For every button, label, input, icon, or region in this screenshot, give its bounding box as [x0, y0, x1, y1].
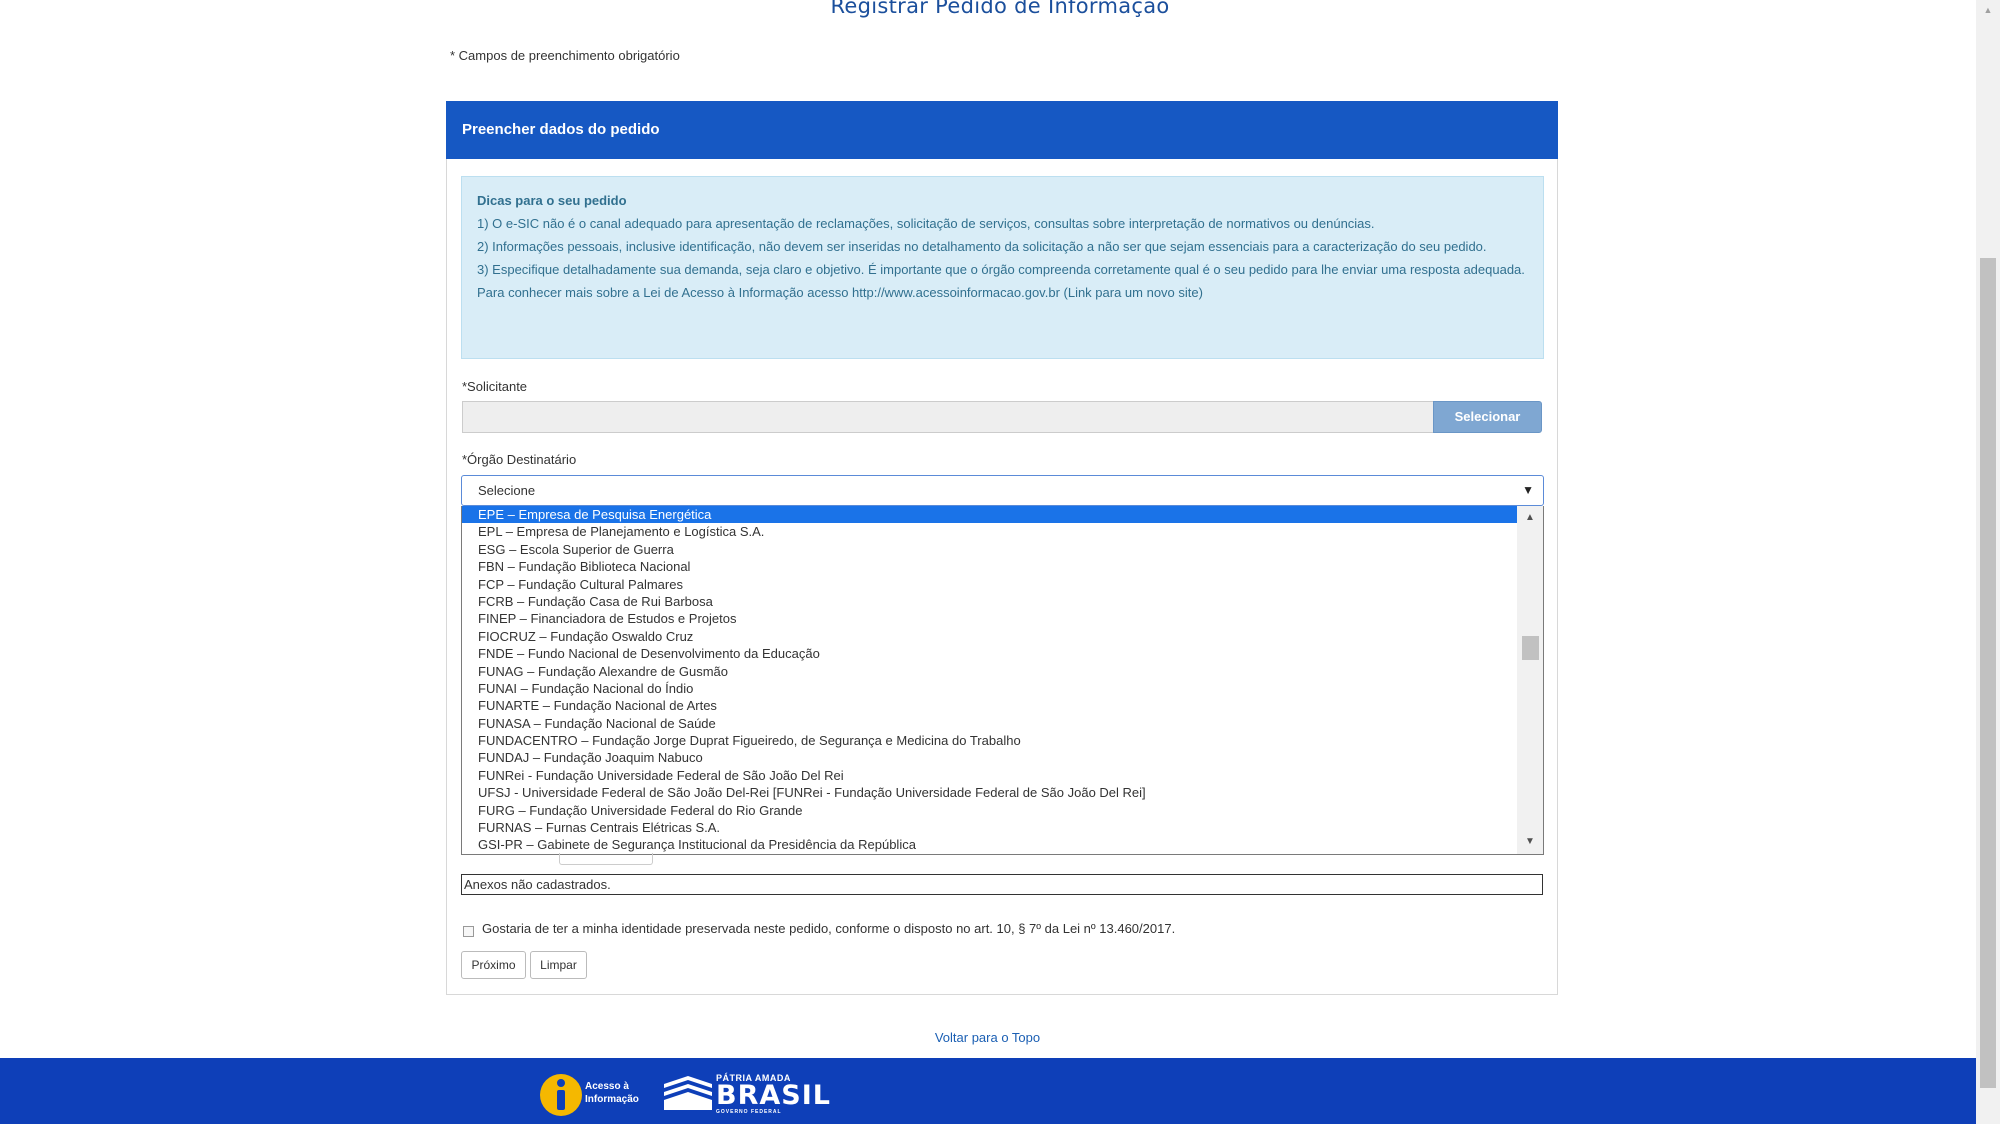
dropdown-option[interactable]: FIOCRUZ – Fundação Oswaldo Cruz [462, 628, 1517, 645]
dropdown-option[interactable]: FUNARTE – Fundação Nacional de Artes [462, 697, 1517, 714]
dropdown-arrow-icon[interactable]: ▼ [1522, 476, 1534, 505]
orgao-label: *Órgão Destinatário [462, 452, 577, 467]
tip-link-text[interactable]: Para conhecer mais sobre a Lei de Acesso… [477, 283, 1528, 302]
dropdown-option[interactable]: FNDE – Fundo Nacional de Desenvolvimento… [462, 645, 1517, 662]
tips-box: Dicas para o seu pedido 1) O e-SIC não é… [461, 176, 1544, 359]
dropdown-option[interactable]: FCRB – Fundação Casa de Rui Barbosa [462, 593, 1517, 610]
orgao-select[interactable]: Selecione ▼ [461, 475, 1544, 506]
tips-title: Dicas para o seu pedido [477, 193, 627, 208]
clear-button[interactable]: Limpar [530, 951, 587, 979]
anexos-box: Anexos não cadastrados. [461, 874, 1543, 895]
dropdown-option[interactable]: EPL – Empresa de Planejamento e Logístic… [462, 523, 1517, 540]
acesso-line1: Acesso à [585, 1081, 629, 1092]
dropdown-option[interactable]: FUNAG – Fundação Alexandre de Gusmão [462, 663, 1517, 680]
panel-header: Preencher dados do pedido [446, 101, 1558, 159]
next-button[interactable]: Próximo [461, 951, 526, 979]
dropdown-option[interactable]: GSI-PR – Gabinete de Segurança Instituci… [462, 836, 1517, 853]
solicitante-label: *Solicitante [462, 379, 528, 394]
orgao-dropdown-list[interactable]: EPE – Empresa de Pesquisa Energética EPL … [461, 506, 1544, 855]
dropdown-option[interactable]: ESG – Escola Superior de Guerra [462, 541, 1517, 558]
acesso-line2: Informação [585, 1094, 639, 1105]
dropdown-option[interactable]: FINEP – Financiadora de Estudos e Projet… [462, 610, 1517, 627]
identity-checkbox[interactable] [463, 926, 474, 937]
back-to-top-link[interactable]: Voltar para o Topo [0, 1030, 1975, 1045]
tip-item: 3) Especifique detalhadamente sua demand… [477, 262, 1525, 277]
dropdown-option[interactable]: FBN – Fundação Biblioteca Nacional [462, 558, 1517, 575]
dropdown-option[interactable]: FCP – Fundação Cultural Palmares [462, 576, 1517, 593]
solicitante-input[interactable] [462, 401, 1434, 433]
required-fields-note: * Campos de preenchimento obrigatório [450, 48, 680, 63]
patria-amada-brasil-text: PÁTRIA AMADA BRASIL GOVERNO FEDERAL [716, 1073, 831, 1115]
obscured-button [559, 853, 653, 865]
orgao-selected-value: Selecione [478, 483, 536, 498]
page-scrollbar-thumb[interactable] [1980, 258, 1996, 1088]
scroll-up-icon[interactable]: ▲ [1517, 508, 1543, 528]
scrollbar-thumb[interactable] [1522, 636, 1539, 660]
dropdown-option[interactable]: FUNASA – Fundação Nacional de Saúde [462, 715, 1517, 732]
page-title: Registrar Pedido de Informação [830, 0, 1170, 18]
tip-item: 2) Informações pessoais, inclusive ident… [477, 239, 1487, 254]
tip-item: 1) O e-SIC não é o canal adequado para a… [477, 216, 1375, 231]
option-list: EPE – Empresa de Pesquisa Energética EPL … [462, 506, 1517, 854]
dropdown-option[interactable]: FUNDACENTRO – Fundação Jorge Duprat Figu… [462, 732, 1517, 749]
scroll-down-icon[interactable]: ▼ [1517, 832, 1543, 852]
select-solicitante-button[interactable]: Selecionar [1433, 401, 1542, 433]
acesso-informacao-text: Acesso à Informação [585, 1080, 639, 1106]
brasil-big-text: BRASIL [716, 1080, 831, 1111]
dropdown-option[interactable]: FURG – Fundação Universidade Federal do … [462, 802, 1517, 819]
acesso-informacao-logo-icon[interactable] [538, 1072, 584, 1118]
dropdown-option[interactable]: FUNDAJ – Fundação Joaquim Nabuco [462, 749, 1517, 766]
identity-checkbox-label: Gostaria de ter a minha identidade prese… [482, 921, 1176, 936]
brasil-flag-icon[interactable] [662, 1074, 714, 1112]
dropdown-option[interactable]: FUNRei - Fundação Universidade Federal d… [462, 767, 1517, 784]
dropdown-option[interactable]: UFSJ - Universidade Federal de São João … [462, 784, 1517, 801]
dropdown-scrollbar[interactable]: ▲ ▼ [1517, 506, 1543, 854]
dropdown-option[interactable]: FURNAS – Furnas Centrais Elétricas S.A. [462, 819, 1517, 836]
page-scroll-up-icon[interactable]: ▲ [1976, 0, 2000, 20]
dropdown-option[interactable]: FUNAI – Fundação Nacional do Índio [462, 680, 1517, 697]
dropdown-option[interactable]: EPE – Empresa de Pesquisa Energética [462, 506, 1517, 524]
page-scrollbar[interactable]: ▲ [1976, 0, 2000, 1124]
footer [0, 1058, 1976, 1124]
